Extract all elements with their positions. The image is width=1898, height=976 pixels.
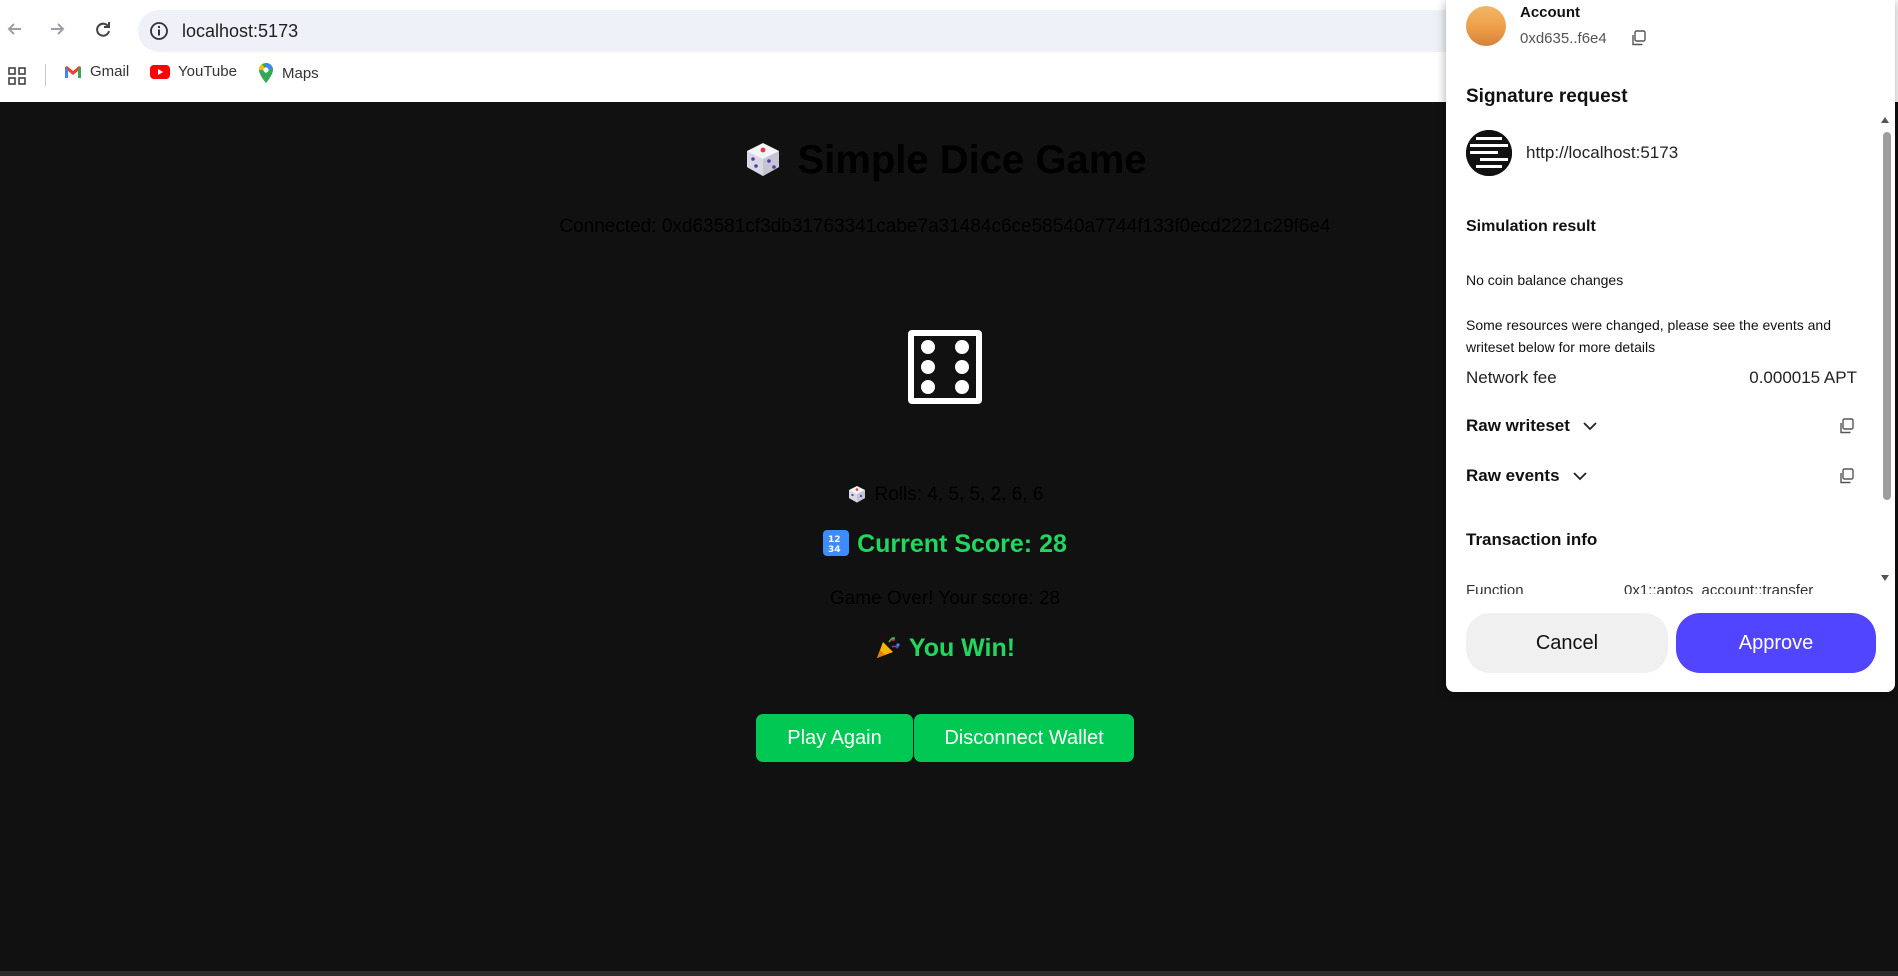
play-again-button[interactable]: Play Again bbox=[756, 714, 913, 762]
scrollbar-thumb[interactable] bbox=[1883, 132, 1891, 500]
back-arrow-icon bbox=[7, 23, 21, 35]
network-fee-value: 0.000015 APT bbox=[1749, 368, 1857, 387]
resources-changed-note: Some resources were changed, please see … bbox=[1466, 317, 1832, 355]
account-label: Account bbox=[1520, 4, 1580, 21]
dice-face-six bbox=[908, 330, 982, 404]
page-bottom-border bbox=[0, 971, 1898, 976]
die-pip bbox=[955, 360, 969, 374]
dice-emoji-icon bbox=[743, 139, 783, 189]
back-button[interactable] bbox=[0, 14, 30, 44]
title-text: Simple Dice Game bbox=[797, 138, 1147, 182]
party-popper-icon bbox=[875, 634, 901, 667]
maps-icon bbox=[258, 63, 273, 83]
copy-events-icon[interactable] bbox=[1838, 468, 1854, 484]
die-pip bbox=[955, 380, 969, 394]
rolls-value: Rolls: 4, 5, 5, 2, 6, 6 bbox=[874, 484, 1044, 505]
account-avatar bbox=[1466, 6, 1506, 46]
transaction-function-row: Function 0x1::aptos_account::transfer bbox=[1466, 580, 1856, 594]
transaction-info-title: Transaction info bbox=[1466, 530, 1598, 549]
bookmark-separator bbox=[45, 64, 46, 86]
win-text: You Win! bbox=[908, 634, 1016, 662]
copy-address-icon[interactable] bbox=[1630, 30, 1646, 46]
bookmark-gmail[interactable]: Gmail bbox=[64, 63, 129, 80]
address-url: localhost:5173 bbox=[182, 21, 299, 41]
account-address: 0xd635..f6e4 bbox=[1520, 30, 1607, 47]
scroll-up-arrow-icon[interactable] bbox=[1880, 116, 1890, 124]
die-pip bbox=[921, 340, 935, 354]
reload-button[interactable] bbox=[88, 14, 118, 44]
copy-writeset-icon[interactable] bbox=[1838, 418, 1854, 434]
scroll-down-arrow-icon[interactable] bbox=[1880, 574, 1890, 582]
die-pip bbox=[921, 380, 935, 394]
dice-emoji-icon bbox=[847, 484, 867, 510]
numbers-emoji-icon: 12 34 bbox=[823, 530, 850, 563]
score-value: Current Score: 28 bbox=[857, 530, 1067, 558]
cancel-button[interactable]: Cancel bbox=[1466, 613, 1668, 673]
function-value: 0x1::aptos_account::transfer bbox=[1624, 582, 1814, 594]
apps-grid-icon[interactable] bbox=[8, 67, 26, 85]
bookmark-maps[interactable]: Maps bbox=[258, 63, 319, 83]
die-pip bbox=[921, 360, 935, 374]
svg-text:34: 34 bbox=[828, 545, 841, 555]
disconnect-wallet-button[interactable]: Disconnect Wallet bbox=[914, 714, 1134, 762]
forward-arrow-icon bbox=[51, 23, 65, 35]
site-info-icon[interactable] bbox=[148, 20, 170, 42]
network-fee-label: Network fee bbox=[1466, 368, 1557, 387]
svg-text:12: 12 bbox=[828, 535, 841, 545]
function-label: Function bbox=[1466, 582, 1524, 594]
bookmark-label: Gmail bbox=[90, 63, 130, 80]
dapp-url: http://localhost:5173 bbox=[1526, 143, 1679, 162]
bookmark-youtube[interactable]: YouTube bbox=[150, 63, 237, 80]
simulation-result-title: Simulation result bbox=[1466, 218, 1596, 235]
chevron-down-icon bbox=[1583, 422, 1597, 431]
chevron-down-icon bbox=[1572, 472, 1587, 481]
reload-icon bbox=[96, 22, 110, 37]
youtube-icon bbox=[150, 64, 170, 79]
bookmark-label: YouTube bbox=[178, 63, 237, 80]
dapp-logo bbox=[1466, 130, 1512, 176]
raw-events-toggle[interactable]: Raw events bbox=[1466, 466, 1588, 486]
raw-events-label: Raw events bbox=[1466, 466, 1560, 485]
raw-writeset-label: Raw writeset bbox=[1466, 416, 1570, 435]
forward-button[interactable] bbox=[42, 14, 72, 44]
wallet-signature-popup: Account 0xd635..f6e4 Signature request h… bbox=[1446, 0, 1895, 692]
signature-request-title: Signature request bbox=[1466, 86, 1628, 107]
address-bar[interactable]: localhost:5173 bbox=[138, 10, 1468, 52]
gmail-icon bbox=[65, 65, 81, 78]
die-pip bbox=[955, 340, 969, 354]
raw-writeset-toggle[interactable]: Raw writeset bbox=[1466, 416, 1598, 436]
no-coin-balance-text: No coin balance changes bbox=[1466, 272, 1624, 288]
approve-button[interactable]: Approve bbox=[1676, 613, 1876, 673]
bookmark-label: Maps bbox=[282, 64, 319, 82]
